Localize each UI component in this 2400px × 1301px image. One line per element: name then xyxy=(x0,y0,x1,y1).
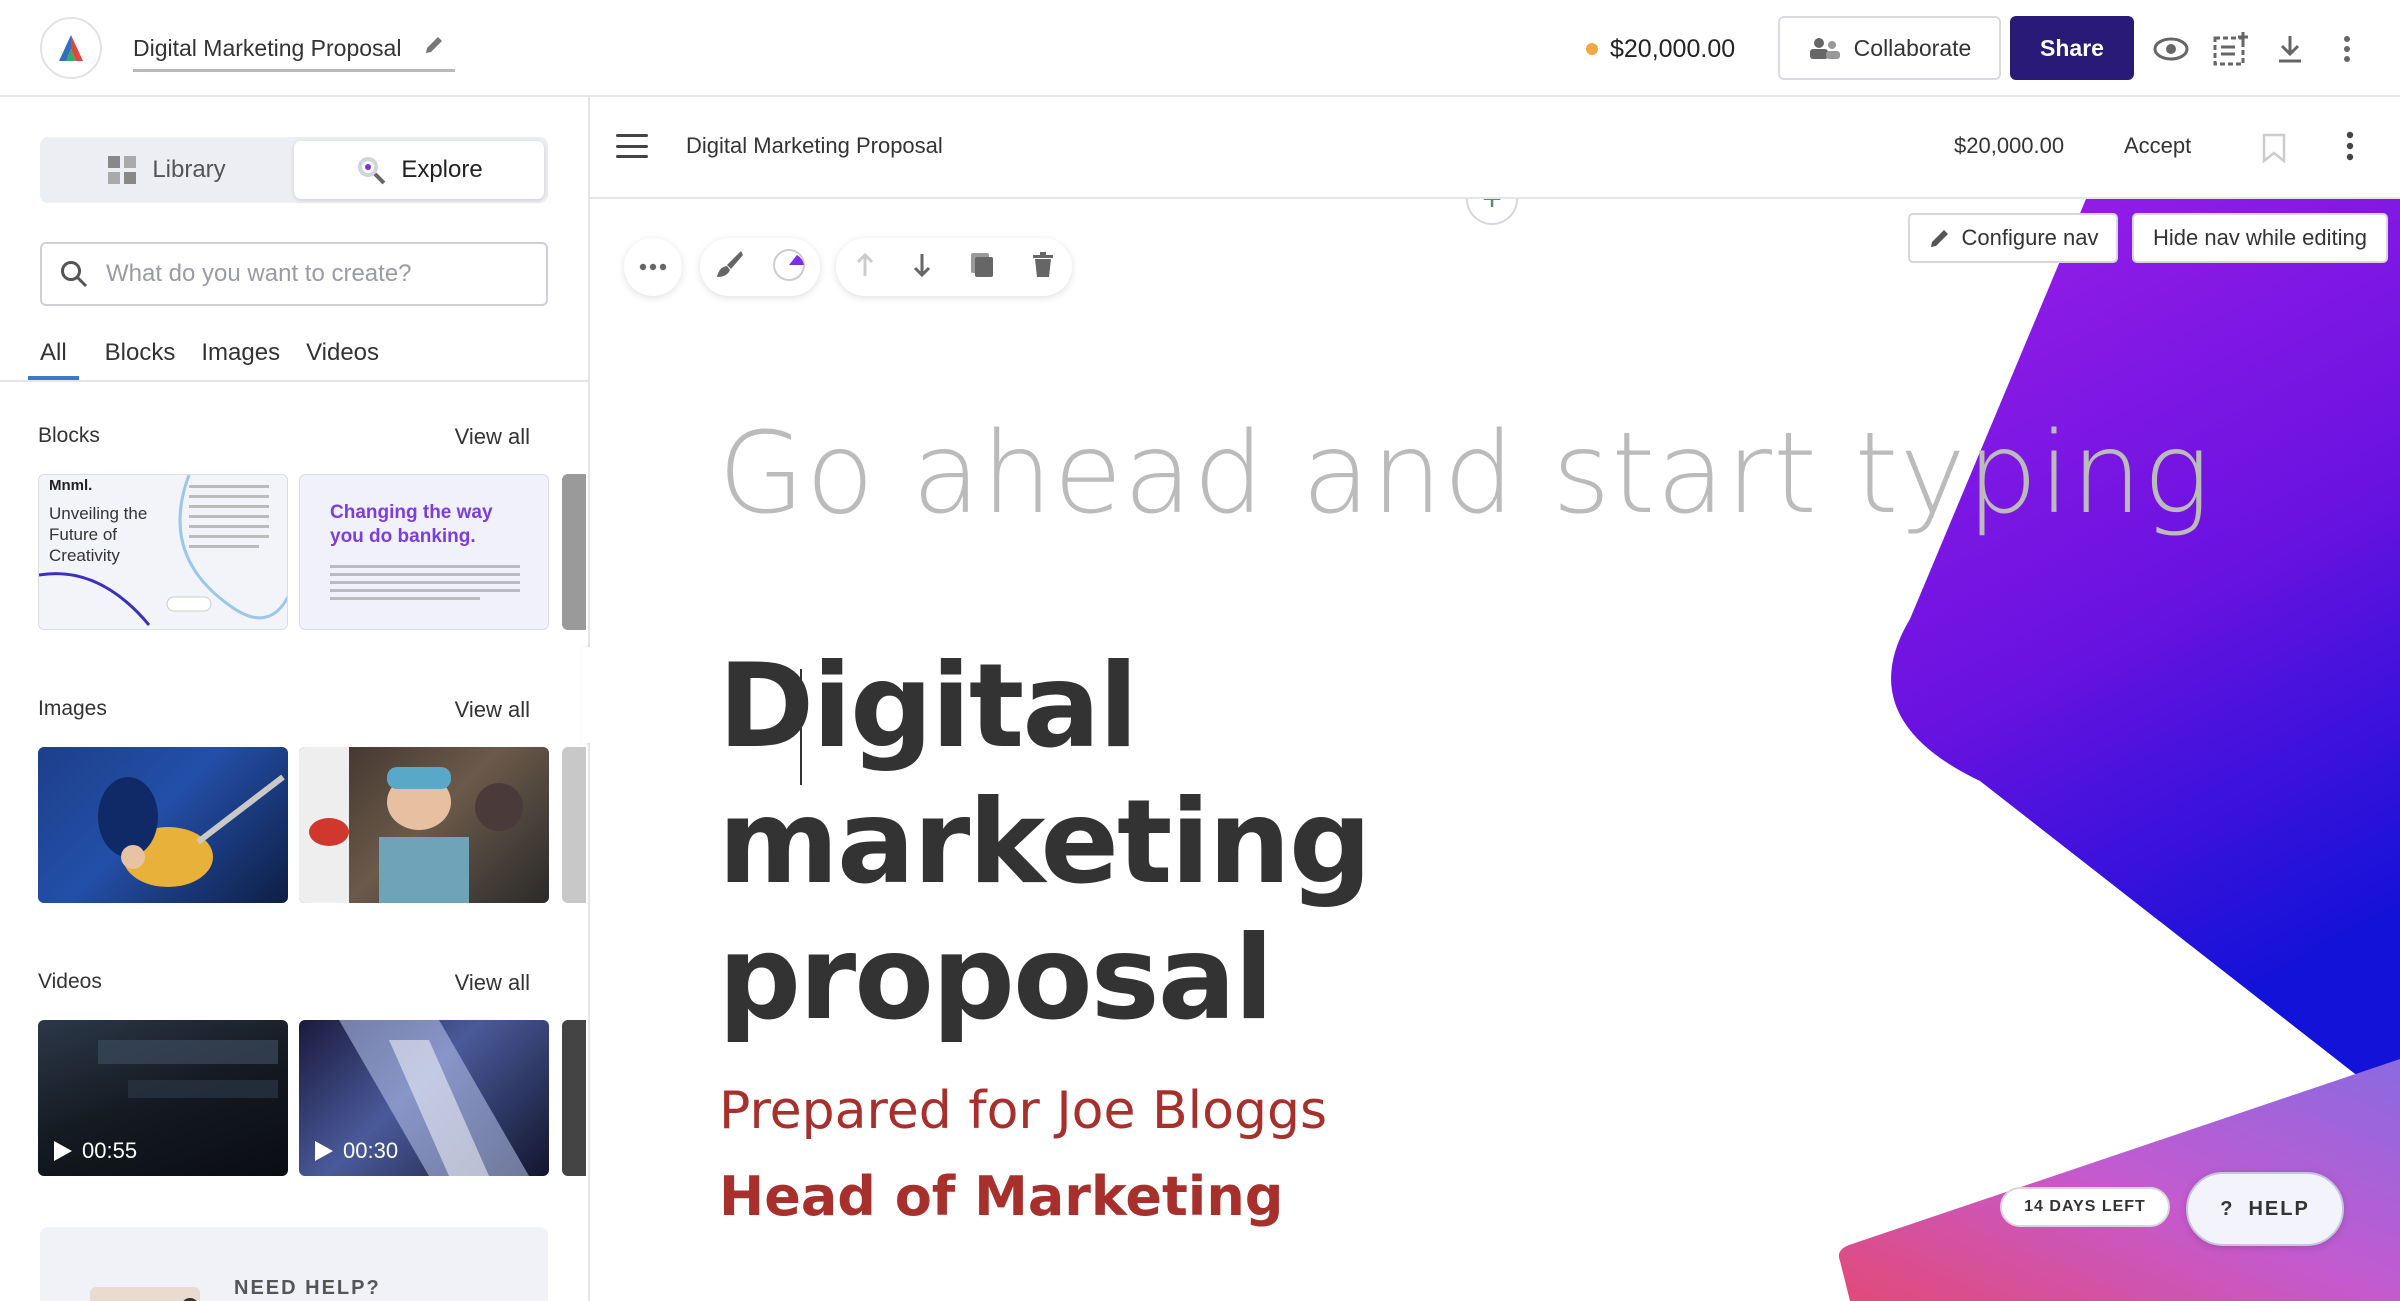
filter-tab-all[interactable]: All xyxy=(28,337,79,381)
move-up-icon[interactable] xyxy=(855,252,875,283)
hide-nav-button[interactable]: Hide nav while editing xyxy=(2132,213,2388,263)
heading-line-1: Digital marketing xyxy=(718,639,1372,910)
configure-nav-label: Configure nav xyxy=(1961,225,2099,250)
video-thumbnail-1[interactable]: 00:55 xyxy=(38,1020,288,1176)
image-thumbnail-peek[interactable] xyxy=(562,747,586,903)
heading-line-2: proposal xyxy=(718,911,1274,1046)
play-icon xyxy=(315,1141,333,1161)
download-icon[interactable] xyxy=(2271,30,2309,68)
videos-section-title: Videos xyxy=(38,970,102,993)
block-action-tools xyxy=(836,238,1072,296)
images-view-all-link[interactable]: View all xyxy=(455,697,530,723)
explore-label: Explore xyxy=(401,156,483,183)
help-label: HELP xyxy=(2248,1197,2310,1220)
images-section-header: Images View all xyxy=(38,697,530,723)
hamburger-menu-icon[interactable] xyxy=(616,134,648,158)
block-thumbnail-creativity[interactable]: Mnml. Unveiling the Future of Creativity xyxy=(38,474,288,630)
videos-section-header: Videos View all xyxy=(38,970,530,996)
filter-tab-blocks[interactable]: Blocks xyxy=(105,337,176,381)
block-thumbnail-banking[interactable]: Changing the way you do banking. xyxy=(299,474,549,630)
nav-document-title: Digital Marketing Proposal xyxy=(686,133,943,158)
filter-tab-videos[interactable]: Videos xyxy=(306,337,379,381)
accept-button[interactable]: Accept xyxy=(2124,133,2191,159)
block-preview-graphic xyxy=(330,565,520,600)
tab-library[interactable]: Library xyxy=(40,137,292,203)
search-box[interactable] xyxy=(40,242,548,306)
video-thumbnail-peek[interactable] xyxy=(562,1020,586,1176)
video-duration: 00:55 xyxy=(54,1138,137,1164)
share-button[interactable]: Share xyxy=(2010,16,2134,80)
block-thumbnail-peek[interactable] xyxy=(562,474,586,630)
document-nav-bar: Digital Marketing Proposal $20,000.00 Ac… xyxy=(590,97,2400,199)
party-photo xyxy=(299,747,523,903)
filter-tab-images[interactable]: Images xyxy=(201,337,280,381)
recipient-role-text[interactable]: Head of Marketing xyxy=(719,1165,1283,1228)
status-dot xyxy=(1586,43,1598,55)
guitar-photo xyxy=(98,774,285,887)
trash-icon[interactable] xyxy=(1032,251,1054,283)
search-icon xyxy=(61,261,88,288)
blocks-section-header: Blocks View all xyxy=(38,424,530,450)
question-icon: ? xyxy=(2220,1197,2235,1220)
logo-icon xyxy=(59,35,83,61)
people-icon xyxy=(1809,38,1840,59)
bookmark-icon[interactable] xyxy=(2262,133,2286,168)
app-logo[interactable] xyxy=(40,17,102,79)
filter-tabs: All Blocks Images Videos xyxy=(28,337,405,381)
preview-eye-icon[interactable] xyxy=(2152,30,2190,68)
duplicate-icon[interactable] xyxy=(969,251,995,284)
placeholder-text[interactable]: Go ahead and start typing xyxy=(718,409,2211,539)
videos-view-all-link[interactable]: View all xyxy=(455,970,530,996)
image-thumbnail-party[interactable] xyxy=(299,747,549,903)
images-section-title: Images xyxy=(38,697,107,720)
tab-explore[interactable]: Explore xyxy=(294,141,544,199)
video-thumbnail-2[interactable]: 00:30 xyxy=(299,1020,549,1176)
search-input[interactable] xyxy=(106,260,506,288)
document-heading[interactable]: Digital marketing proposal xyxy=(718,639,1818,1047)
add-content-icon[interactable] xyxy=(2212,30,2250,68)
document-title[interactable]: Digital Marketing Proposal xyxy=(133,35,401,62)
theme-color-icon[interactable] xyxy=(771,247,807,288)
duration-text: 00:30 xyxy=(343,1138,399,1163)
blocks-view-all-link[interactable]: View all xyxy=(455,424,530,450)
collaborate-button[interactable]: Collaborate xyxy=(1778,16,2001,80)
paint-brush-icon[interactable] xyxy=(713,249,745,286)
configure-nav-button[interactable]: Configure nav xyxy=(1908,213,2118,263)
help-card-illustration xyxy=(90,1287,200,1301)
text-cursor xyxy=(800,669,802,785)
block-options-button[interactable] xyxy=(624,238,682,296)
library-icon xyxy=(108,156,137,184)
explore-icon xyxy=(358,157,386,185)
divider xyxy=(0,380,588,382)
need-help-label: NEED HELP? xyxy=(234,1277,381,1299)
pencil-icon[interactable] xyxy=(423,34,445,61)
pencil-icon xyxy=(1930,230,1948,247)
play-icon xyxy=(54,1141,72,1161)
trial-days-badge[interactable]: 14 DAYS LEFT xyxy=(2000,1187,2170,1227)
duration-text: 00:55 xyxy=(82,1138,138,1163)
collaborate-label: Collaborate xyxy=(1853,34,1972,61)
block-brand: Mnml. xyxy=(49,477,93,494)
document-canvas[interactable]: + Configure nav Hide nav while editing G… xyxy=(590,199,2400,1301)
content-library-panel: Library Explore All Blocks Images Videos… xyxy=(0,97,590,1301)
more-menu-icon[interactable] xyxy=(2328,30,2366,68)
price-value: $20,000.00 xyxy=(1610,34,1736,63)
help-button[interactable]: ? HELP xyxy=(2186,1172,2344,1246)
document-price: $20,000.00 xyxy=(1586,29,1735,69)
nav-more-icon[interactable] xyxy=(2346,131,2354,166)
prepared-for-text[interactable]: Prepared for Joe Bloggs xyxy=(719,1081,1327,1141)
document-title-field[interactable]: Digital Marketing Proposal xyxy=(133,28,455,72)
blocks-section-title: Blocks xyxy=(38,424,100,447)
plus-icon: + xyxy=(1482,199,1502,219)
image-thumbnail-guitar[interactable] xyxy=(38,747,288,903)
move-down-icon[interactable] xyxy=(912,252,932,283)
ellipsis-icon xyxy=(639,263,667,271)
nav-price: $20,000.00 xyxy=(1954,133,2065,158)
video-duration: 00:30 xyxy=(315,1138,398,1164)
style-tools xyxy=(700,238,820,296)
top-bar: Digital Marketing Proposal $20,000.00 Co… xyxy=(0,0,2400,97)
block-headline: Unveiling the Future of Creativity xyxy=(49,504,148,565)
library-label: Library xyxy=(152,156,226,183)
library-explore-switcher: Library Explore xyxy=(40,137,548,203)
